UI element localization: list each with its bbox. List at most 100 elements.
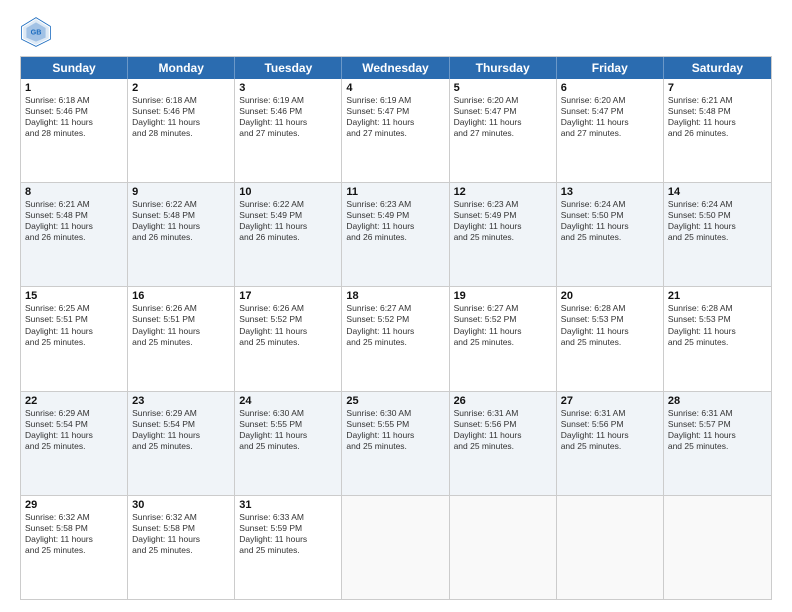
- cell-line: Sunset: 5:58 PM: [132, 523, 230, 534]
- cell-line: and 25 minutes.: [239, 337, 337, 348]
- day-number: 31: [239, 499, 337, 511]
- header-tuesday: Tuesday: [235, 57, 342, 79]
- cell-line: and 25 minutes.: [561, 337, 659, 348]
- cal-cell-2-1: 8Sunrise: 6:21 AMSunset: 5:48 PMDaylight…: [21, 183, 128, 286]
- cell-line: Sunrise: 6:31 AM: [454, 408, 552, 419]
- cell-line: Sunset: 5:46 PM: [239, 106, 337, 117]
- cal-row-5: 29Sunrise: 6:32 AMSunset: 5:58 PMDayligh…: [21, 496, 771, 599]
- cell-line: and 28 minutes.: [132, 128, 230, 139]
- day-number: 1: [25, 82, 123, 94]
- cell-line: Daylight: 11 hours: [561, 326, 659, 337]
- cal-cell-4-7: 28Sunrise: 6:31 AMSunset: 5:57 PMDayligh…: [664, 392, 771, 495]
- cell-line: Daylight: 11 hours: [132, 326, 230, 337]
- cell-line: Sunrise: 6:30 AM: [239, 408, 337, 419]
- day-number: 24: [239, 395, 337, 407]
- cal-cell-5-4: [342, 496, 449, 599]
- cell-line: and 26 minutes.: [132, 232, 230, 243]
- cell-line: Daylight: 11 hours: [346, 117, 444, 128]
- cell-line: and 25 minutes.: [454, 441, 552, 452]
- cal-cell-1-3: 3Sunrise: 6:19 AMSunset: 5:46 PMDaylight…: [235, 79, 342, 182]
- day-number: 13: [561, 186, 659, 198]
- cell-line: Sunrise: 6:31 AM: [561, 408, 659, 419]
- cell-line: and 25 minutes.: [25, 441, 123, 452]
- day-number: 8: [25, 186, 123, 198]
- cell-line: Daylight: 11 hours: [454, 221, 552, 232]
- cell-line: Daylight: 11 hours: [239, 117, 337, 128]
- cell-line: Sunrise: 6:27 AM: [346, 303, 444, 314]
- cell-line: and 25 minutes.: [561, 232, 659, 243]
- cell-line: Sunset: 5:47 PM: [561, 106, 659, 117]
- cell-line: Sunrise: 6:18 AM: [132, 95, 230, 106]
- cell-line: Sunrise: 6:19 AM: [346, 95, 444, 106]
- cell-line: Sunrise: 6:32 AM: [132, 512, 230, 523]
- cell-line: Daylight: 11 hours: [25, 534, 123, 545]
- cal-cell-2-4: 11Sunrise: 6:23 AMSunset: 5:49 PMDayligh…: [342, 183, 449, 286]
- cell-line: Daylight: 11 hours: [561, 117, 659, 128]
- cell-line: and 26 minutes.: [668, 128, 767, 139]
- cell-line: and 27 minutes.: [346, 128, 444, 139]
- header: GB: [20, 16, 772, 48]
- day-number: 3: [239, 82, 337, 94]
- cal-cell-4-6: 27Sunrise: 6:31 AMSunset: 5:56 PMDayligh…: [557, 392, 664, 495]
- cell-line: Daylight: 11 hours: [668, 326, 767, 337]
- cell-line: and 25 minutes.: [132, 337, 230, 348]
- cal-cell-3-1: 15Sunrise: 6:25 AMSunset: 5:51 PMDayligh…: [21, 287, 128, 390]
- cell-line: Sunset: 5:46 PM: [132, 106, 230, 117]
- cell-line: and 26 minutes.: [346, 232, 444, 243]
- cell-line: Sunset: 5:54 PM: [25, 419, 123, 430]
- cell-line: Sunrise: 6:28 AM: [561, 303, 659, 314]
- cell-line: Sunrise: 6:32 AM: [25, 512, 123, 523]
- cell-line: Sunset: 5:52 PM: [346, 314, 444, 325]
- cell-line: Sunrise: 6:19 AM: [239, 95, 337, 106]
- cell-line: Daylight: 11 hours: [25, 117, 123, 128]
- cal-cell-4-2: 23Sunrise: 6:29 AMSunset: 5:54 PMDayligh…: [128, 392, 235, 495]
- cell-line: Daylight: 11 hours: [668, 430, 767, 441]
- cell-line: and 25 minutes.: [454, 232, 552, 243]
- day-number: 10: [239, 186, 337, 198]
- calendar-header: Sunday Monday Tuesday Wednesday Thursday…: [21, 57, 771, 79]
- cell-line: and 25 minutes.: [561, 441, 659, 452]
- cell-line: Sunrise: 6:22 AM: [132, 199, 230, 210]
- cell-line: Sunrise: 6:31 AM: [668, 408, 767, 419]
- header-thursday: Thursday: [450, 57, 557, 79]
- day-number: 21: [668, 290, 767, 302]
- cell-line: Sunrise: 6:20 AM: [454, 95, 552, 106]
- cell-line: Sunrise: 6:25 AM: [25, 303, 123, 314]
- cell-line: and 25 minutes.: [132, 545, 230, 556]
- cell-line: and 25 minutes.: [668, 441, 767, 452]
- cal-row-4: 22Sunrise: 6:29 AMSunset: 5:54 PMDayligh…: [21, 392, 771, 496]
- day-number: 28: [668, 395, 767, 407]
- cell-line: Sunset: 5:54 PM: [132, 419, 230, 430]
- cell-line: Daylight: 11 hours: [454, 430, 552, 441]
- cell-line: Daylight: 11 hours: [25, 326, 123, 337]
- cell-line: Daylight: 11 hours: [668, 117, 767, 128]
- cell-line: Sunrise: 6:26 AM: [239, 303, 337, 314]
- cell-line: and 25 minutes.: [132, 441, 230, 452]
- day-number: 11: [346, 186, 444, 198]
- header-monday: Monday: [128, 57, 235, 79]
- cal-row-1: 1Sunrise: 6:18 AMSunset: 5:46 PMDaylight…: [21, 79, 771, 183]
- header-wednesday: Wednesday: [342, 57, 449, 79]
- cal-cell-4-4: 25Sunrise: 6:30 AMSunset: 5:55 PMDayligh…: [342, 392, 449, 495]
- cal-row-2: 8Sunrise: 6:21 AMSunset: 5:48 PMDaylight…: [21, 183, 771, 287]
- cell-line: Daylight: 11 hours: [132, 534, 230, 545]
- cal-cell-1-2: 2Sunrise: 6:18 AMSunset: 5:46 PMDaylight…: [128, 79, 235, 182]
- cell-line: and 25 minutes.: [25, 337, 123, 348]
- day-number: 30: [132, 499, 230, 511]
- cal-cell-2-2: 9Sunrise: 6:22 AMSunset: 5:48 PMDaylight…: [128, 183, 235, 286]
- cal-cell-2-3: 10Sunrise: 6:22 AMSunset: 5:49 PMDayligh…: [235, 183, 342, 286]
- cell-line: Sunrise: 6:23 AM: [346, 199, 444, 210]
- cell-line: Sunset: 5:58 PM: [25, 523, 123, 534]
- cell-line: Daylight: 11 hours: [239, 534, 337, 545]
- cell-line: Sunset: 5:48 PM: [132, 210, 230, 221]
- cell-line: Sunrise: 6:27 AM: [454, 303, 552, 314]
- cell-line: Daylight: 11 hours: [132, 430, 230, 441]
- cal-row-3: 15Sunrise: 6:25 AMSunset: 5:51 PMDayligh…: [21, 287, 771, 391]
- header-sunday: Sunday: [21, 57, 128, 79]
- cell-line: Sunrise: 6:23 AM: [454, 199, 552, 210]
- cal-cell-3-4: 18Sunrise: 6:27 AMSunset: 5:52 PMDayligh…: [342, 287, 449, 390]
- calendar-body: 1Sunrise: 6:18 AMSunset: 5:46 PMDaylight…: [21, 79, 771, 599]
- cell-line: Daylight: 11 hours: [239, 326, 337, 337]
- cell-line: Sunset: 5:48 PM: [668, 106, 767, 117]
- day-number: 29: [25, 499, 123, 511]
